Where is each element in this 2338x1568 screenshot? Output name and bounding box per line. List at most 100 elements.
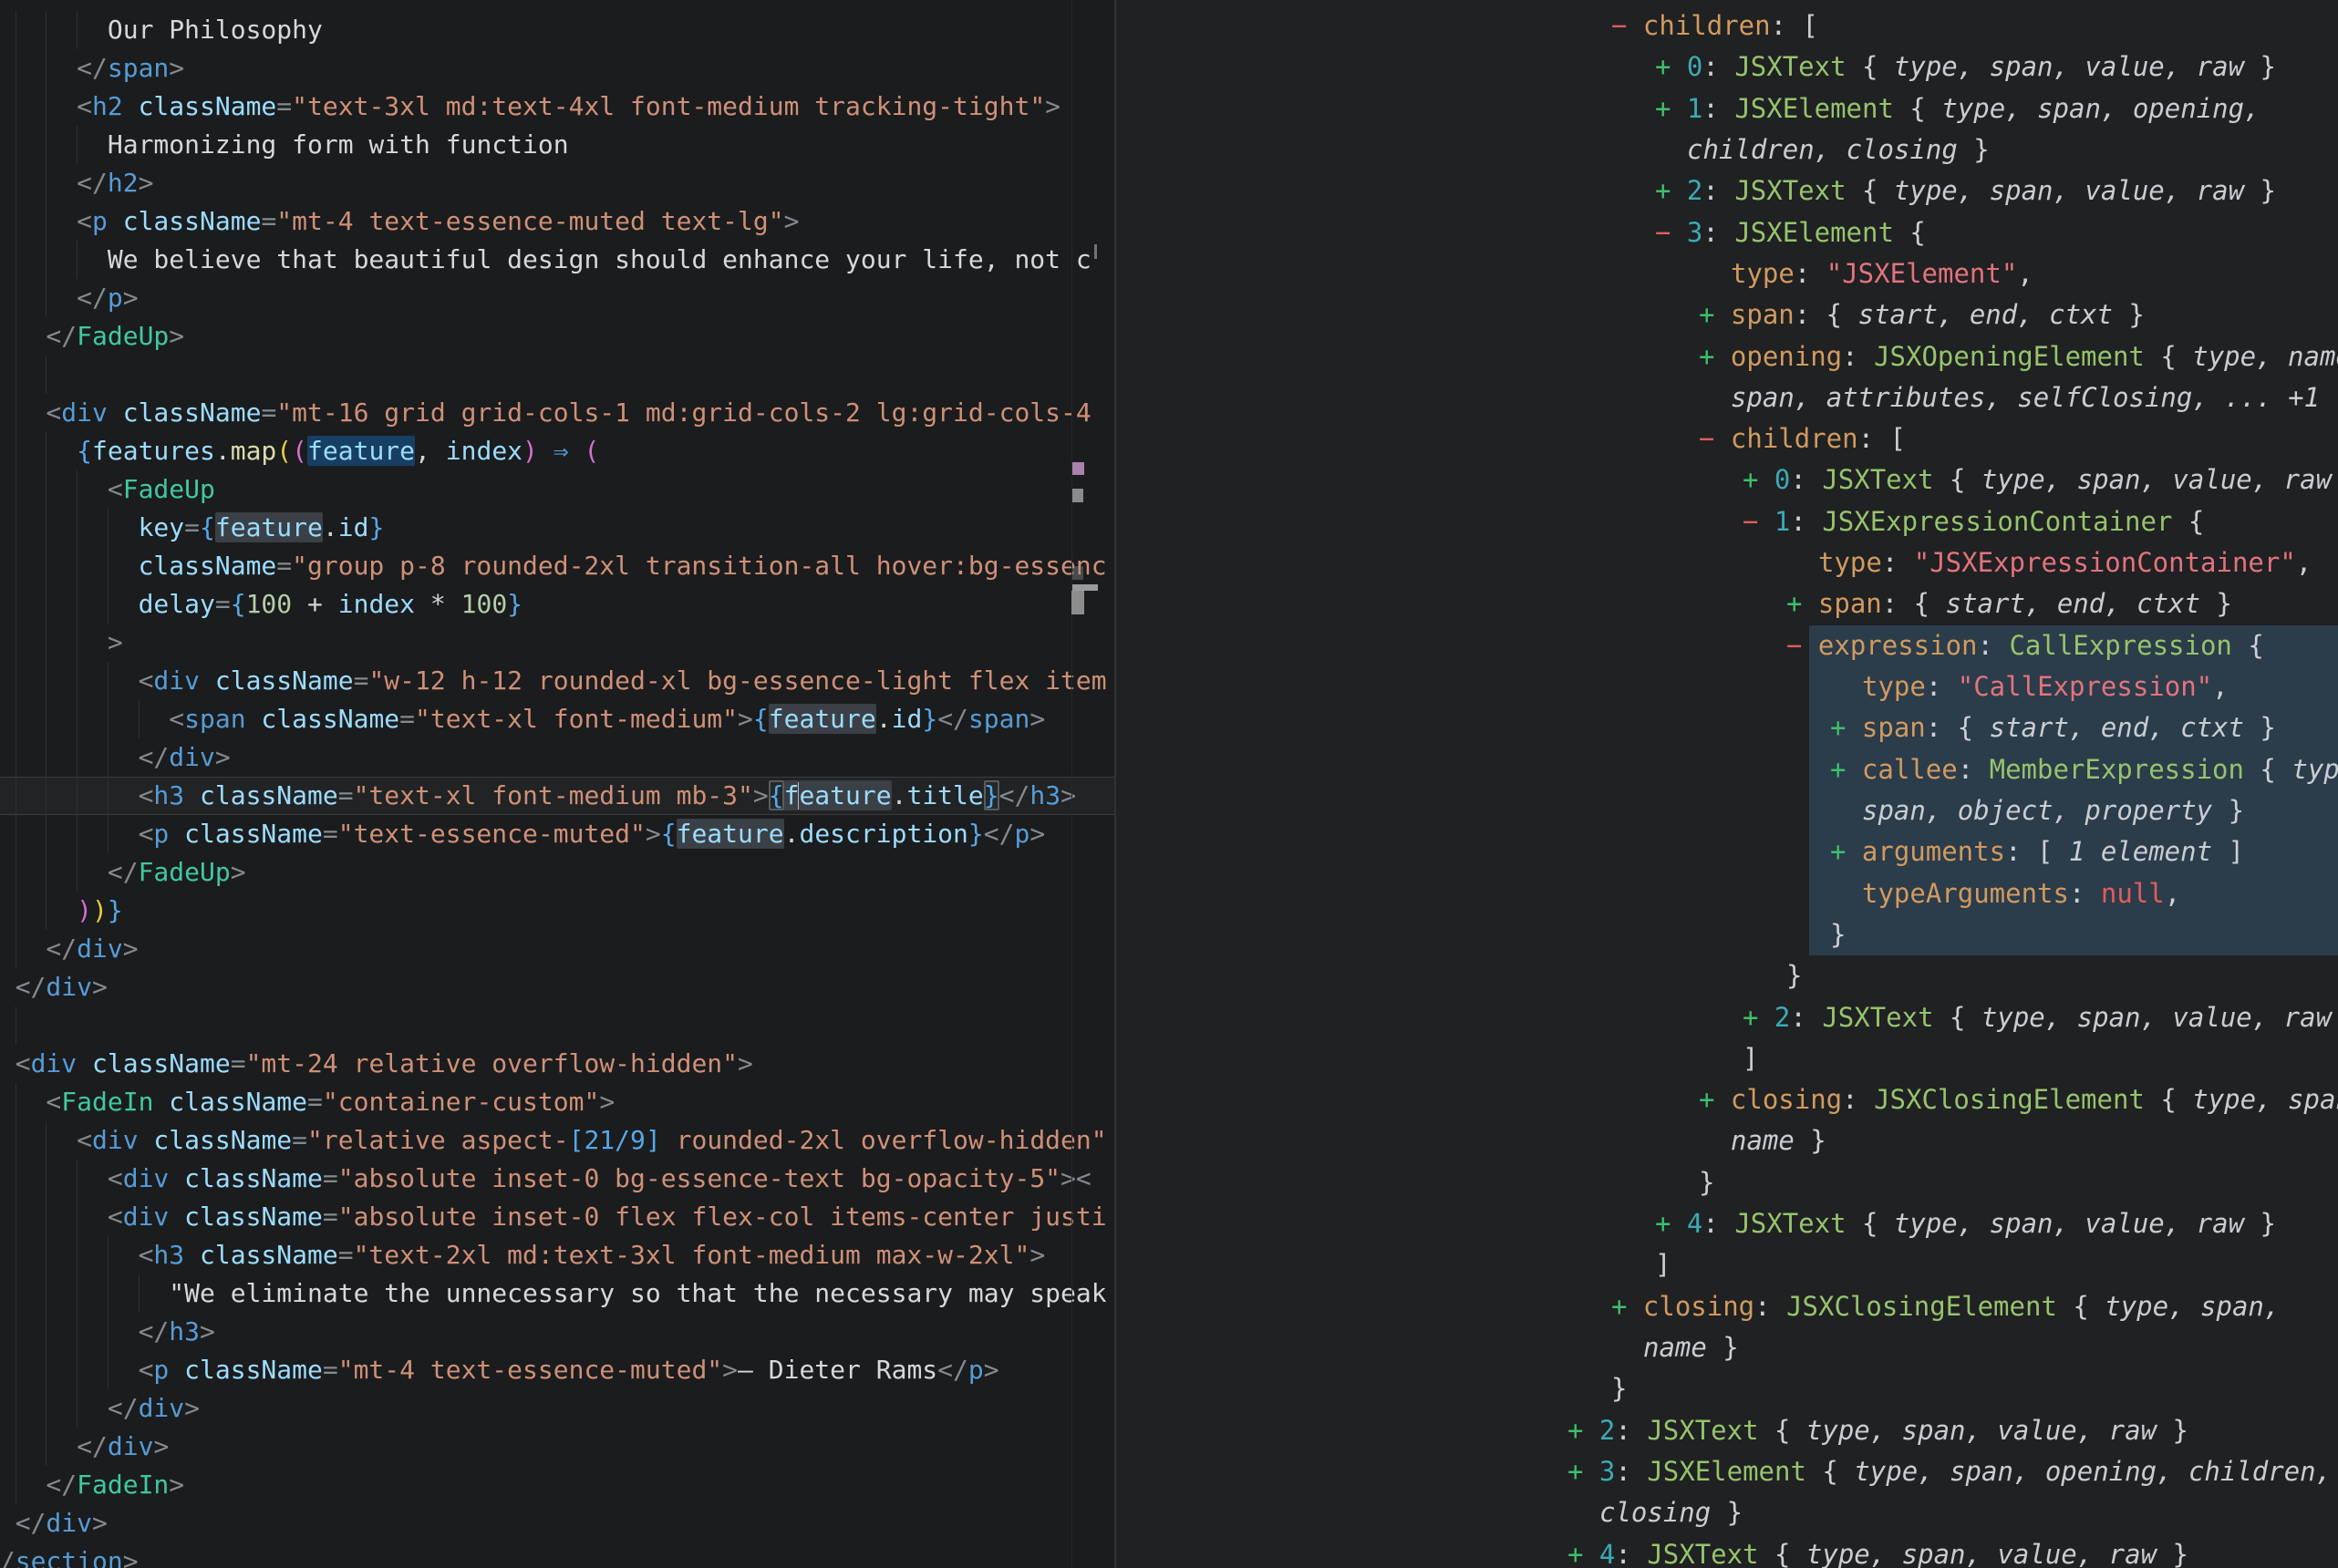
code-line[interactable]: <FadeUp bbox=[0, 470, 1114, 509]
ast-line[interactable]: + span: { start, end, ctxt } bbox=[1116, 707, 2338, 748]
expand-icon[interactable]: + bbox=[1699, 341, 1731, 372]
code-line[interactable]: </FadeIn> bbox=[0, 1466, 1114, 1504]
code-line[interactable] bbox=[0, 1006, 1114, 1045]
code-line[interactable]: Our Philosophy bbox=[0, 11, 1114, 49]
ast-line[interactable]: − children: [ bbox=[1116, 418, 2338, 459]
code-line[interactable]: <FadeIn className="container-custom"> bbox=[0, 1083, 1114, 1121]
collapse-icon[interactable]: − bbox=[1655, 217, 1687, 248]
expand-icon[interactable]: + bbox=[1567, 1539, 1599, 1568]
code-line[interactable]: <h3 className="text-2xl md:text-3xl font… bbox=[0, 1236, 1114, 1274]
ast-line[interactable]: + 1: JSXElement { type, span, opening, bbox=[1116, 88, 2338, 129]
expand-icon[interactable]: + bbox=[1567, 1415, 1599, 1446]
ast-line[interactable]: ] bbox=[1116, 1038, 2338, 1079]
code-line[interactable]: <div className="absolute inset-0 flex fl… bbox=[0, 1198, 1114, 1236]
ast-line[interactable]: + span: { start, end, ctxt } bbox=[1116, 294, 2338, 335]
collapse-icon[interactable]: − bbox=[1786, 630, 1818, 661]
expand-icon[interactable]: + bbox=[1655, 1208, 1687, 1239]
code-line[interactable]: key={feature.id} bbox=[0, 509, 1114, 547]
ast-line[interactable]: type: "CallExpression", bbox=[1116, 666, 2338, 707]
ast-explorer-pane[interactable]: − children: [+ 0: JSXText { type, span, … bbox=[1116, 0, 2338, 1568]
ast-line[interactable]: + 4: JSXText { type, span, value, raw } bbox=[1116, 1534, 2338, 1568]
ast-line[interactable]: − 3: JSXElement { bbox=[1116, 212, 2338, 253]
ast-line[interactable]: name } bbox=[1116, 1327, 2338, 1368]
ast-line[interactable]: + 0: JSXText { type, span, value, raw } bbox=[1116, 46, 2338, 88]
code-line[interactable] bbox=[0, 356, 1114, 394]
ast-line[interactable]: type: "JSXElement", bbox=[1116, 253, 2338, 294]
code-line[interactable]: <div className="relative aspect-[21/9] r… bbox=[0, 1121, 1114, 1160]
ast-line[interactable]: − 1: JSXExpressionContainer { bbox=[1116, 501, 2338, 542]
expand-icon[interactable]: + bbox=[1611, 1291, 1643, 1322]
ast-line[interactable]: name } bbox=[1116, 1120, 2338, 1161]
code-line[interactable]: </h3> bbox=[0, 1313, 1114, 1351]
code-line[interactable]: ))} bbox=[0, 892, 1114, 930]
ast-line[interactable]: closing } bbox=[1116, 1492, 2338, 1533]
code-editor-pane[interactable]: Our Philosophy</span><h2 className="text… bbox=[0, 0, 1116, 1568]
expand-icon[interactable]: + bbox=[1830, 754, 1862, 785]
expand-icon[interactable]: + bbox=[1699, 299, 1731, 330]
code-line[interactable]: delay={100 + index * 100} bbox=[0, 585, 1114, 624]
expand-icon[interactable]: + bbox=[1699, 1084, 1731, 1115]
code-line[interactable]: <p className="mt-4 text-essence-muted te… bbox=[0, 202, 1114, 241]
code-line[interactable]: </FadeUp> bbox=[0, 317, 1114, 356]
collapse-icon[interactable]: − bbox=[1743, 506, 1774, 537]
ast-line[interactable]: + 3: JSXElement { type, span, opening, c… bbox=[1116, 1451, 2338, 1492]
code-line[interactable]: <div className="w-12 h-12 rounded-xl bg-… bbox=[0, 662, 1114, 700]
ast-line[interactable]: } bbox=[1116, 1368, 2338, 1409]
expand-icon[interactable]: + bbox=[1743, 464, 1774, 495]
ast-line[interactable]: + opening: JSXOpeningElement { type, nam… bbox=[1116, 336, 2338, 377]
ast-line[interactable]: typeArguments: null, bbox=[1116, 873, 2338, 914]
expand-icon[interactable]: + bbox=[1743, 1002, 1774, 1033]
expand-icon[interactable]: + bbox=[1830, 836, 1862, 867]
collapse-icon[interactable]: − bbox=[1699, 423, 1731, 454]
code-line[interactable]: </div> bbox=[0, 1389, 1114, 1428]
expand-icon[interactable]: + bbox=[1567, 1456, 1599, 1487]
ast-line[interactable]: type: "JSXExpressionContainer", bbox=[1116, 542, 2338, 583]
code-line[interactable]: </section> bbox=[0, 1542, 1114, 1568]
code-line[interactable]: className="group p-8 rounded-2xl transit… bbox=[0, 547, 1114, 585]
ast-line[interactable]: span, attributes, selfClosing, ... +1 } bbox=[1116, 377, 2338, 418]
ast-line[interactable]: + closing: JSXClosingElement { type, spa… bbox=[1116, 1079, 2338, 1120]
ast-line[interactable]: + closing: JSXClosingElement { type, spa… bbox=[1116, 1286, 2338, 1327]
code-line[interactable]: <h3 className="text-xl font-medium mb-3"… bbox=[0, 777, 1114, 815]
ast-line[interactable]: + 2: JSXText { type, span, value, raw } bbox=[1116, 997, 2338, 1038]
expand-icon[interactable]: + bbox=[1830, 712, 1862, 743]
code-line[interactable]: <h2 className="text-3xl md:text-4xl font… bbox=[0, 88, 1114, 126]
code-line[interactable]: <span className="text-xl font-medium">{f… bbox=[0, 700, 1114, 738]
code-line[interactable]: </p> bbox=[0, 279, 1114, 317]
ast-line[interactable]: } bbox=[1116, 955, 2338, 996]
ast-line[interactable]: − expression: CallExpression { bbox=[1116, 625, 2338, 666]
expand-icon[interactable]: + bbox=[1786, 588, 1818, 619]
expand-icon[interactable]: + bbox=[1655, 93, 1687, 124]
code-line[interactable]: </h2> bbox=[0, 164, 1114, 202]
code-line[interactable]: <div className="mt-16 grid grid-cols-1 m… bbox=[0, 394, 1114, 432]
code-line[interactable]: Harmonizing form with function bbox=[0, 126, 1114, 164]
ast-line[interactable]: + 2: JSXText { type, span, value, raw } bbox=[1116, 1410, 2338, 1451]
ast-line[interactable]: + callee: MemberExpression { type, bbox=[1116, 749, 2338, 790]
code-line[interactable]: "We eliminate the unnecessary so that th… bbox=[0, 1274, 1114, 1313]
code-line[interactable]: </div> bbox=[0, 968, 1114, 1006]
code-line[interactable]: </div> bbox=[0, 1504, 1114, 1542]
expand-icon[interactable]: + bbox=[1655, 175, 1687, 206]
code-line[interactable]: </span> bbox=[0, 49, 1114, 88]
collapse-icon[interactable]: − bbox=[1611, 10, 1643, 41]
code-line[interactable]: {features.map((feature, index) ⇒ ( bbox=[0, 432, 1114, 470]
ast-line[interactable]: children, closing } bbox=[1116, 129, 2338, 170]
ast-line[interactable]: span, object, property } bbox=[1116, 790, 2338, 831]
ast-line[interactable]: + arguments: [ 1 element ] bbox=[1116, 831, 2338, 872]
code-line[interactable]: <p className="mt-4 text-essence-muted">—… bbox=[0, 1351, 1114, 1389]
code-line[interactable]: </div> bbox=[0, 930, 1114, 968]
code-line[interactable]: <div className="absolute inset-0 bg-esse… bbox=[0, 1160, 1114, 1198]
code-line[interactable]: We believe that beautiful design should … bbox=[0, 241, 1114, 279]
ast-line[interactable]: ] bbox=[1116, 1244, 2338, 1285]
expand-icon[interactable]: + bbox=[1655, 51, 1687, 82]
ast-line[interactable]: + span: { start, end, ctxt } bbox=[1116, 583, 2338, 624]
ast-line[interactable]: − children: [ bbox=[1116, 5, 2338, 46]
code-line[interactable]: > bbox=[0, 624, 1114, 662]
ast-line[interactable]: + 4: JSXText { type, span, value, raw } bbox=[1116, 1203, 2338, 1244]
code-line[interactable]: </div> bbox=[0, 738, 1114, 777]
code-line[interactable]: </div> bbox=[0, 1428, 1114, 1466]
ast-line[interactable]: + 2: JSXText { type, span, value, raw } bbox=[1116, 170, 2338, 211]
ast-line[interactable]: } bbox=[1116, 1162, 2338, 1203]
code-line[interactable]: </FadeUp> bbox=[0, 853, 1114, 892]
ast-line[interactable]: + 0: JSXText { type, span, value, raw } bbox=[1116, 459, 2338, 500]
